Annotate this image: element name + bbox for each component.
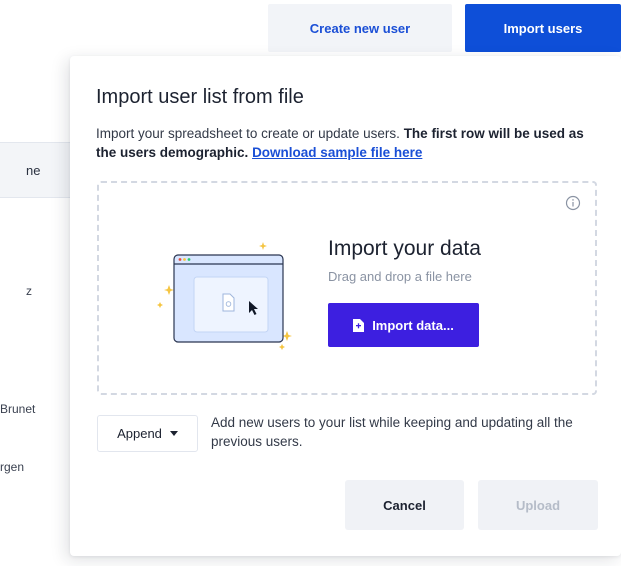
table-row-name: Brunet (0, 402, 36, 416)
append-description: Add new users to your list while keeping… (211, 415, 573, 449)
dropzone-title: Import your data (328, 237, 481, 260)
dropzone-subtitle: Drag and drop a file here (328, 269, 472, 284)
upload-button[interactable]: Upload (478, 480, 598, 530)
download-sample-link[interactable]: Download sample file here (252, 145, 422, 160)
append-label: Append (117, 426, 162, 441)
modal-description-text: Import your spreadsheet to create or upd… (96, 126, 400, 141)
info-icon[interactable] (565, 195, 581, 211)
import-modal: Import user list from file Import your s… (70, 56, 621, 556)
table-header-name: ne (0, 142, 70, 198)
import-data-button[interactable]: Import data... (328, 303, 479, 347)
append-mode-dropdown[interactable]: Append (97, 415, 198, 452)
import-users-button[interactable]: Import users (465, 4, 621, 52)
modal-title: Import user list from file (96, 86, 304, 108)
import-data-label: Import data... (372, 317, 454, 333)
table-row-name: z (26, 284, 32, 298)
create-new-user-button[interactable]: Create new user (268, 4, 452, 52)
chevron-down-icon (169, 431, 178, 436)
table-row-name: rgen (0, 460, 25, 474)
table-header-label: ne (26, 162, 41, 178)
upload-illustration (157, 242, 292, 350)
file-icon (353, 318, 365, 332)
cancel-button[interactable]: Cancel (345, 480, 464, 530)
file-dropzone[interactable]: Import your data Drag and drop a file he… (97, 181, 597, 395)
modal-description: Import your spreadsheet to create or upd… (96, 124, 601, 162)
